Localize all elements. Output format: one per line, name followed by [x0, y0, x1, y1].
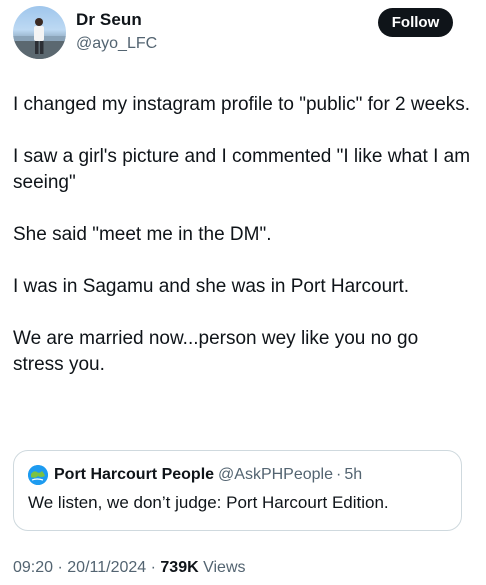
quoted-avatar-icon[interactable]: [28, 465, 48, 485]
author-avatar[interactable]: [13, 6, 66, 59]
quoted-tweet-text: We listen, we don’t judge: Port Harcourt…: [28, 493, 389, 512]
tweet-paragraph: She said "meet me in the DM".: [13, 224, 272, 245]
quoted-tweet-header: Port Harcourt People @AskPHPeople · 5h: [28, 465, 362, 485]
views-count: 739K: [160, 559, 199, 576]
tweet-body: I changed my instagram profile to "publi…: [13, 92, 473, 378]
quoted-author-handle[interactable]: @AskPHPeople: [218, 466, 333, 484]
tweet-meta: 09:20 · 20/11/2024 · 739K Views: [13, 559, 246, 577]
separator-dot: ·: [57, 559, 63, 576]
views-label: Views: [203, 559, 246, 576]
separator-dot: ·: [150, 559, 156, 576]
quoted-tweet-time[interactable]: 5h: [344, 466, 362, 484]
author-name[interactable]: Dr Seun: [76, 10, 142, 30]
person-avatar-icon: [13, 18, 66, 59]
tweet-paragraph: We are married now...person wey like you…: [13, 328, 419, 375]
tweet-paragraph: I was in Sagamu and she was in Port Harc…: [13, 276, 410, 297]
author-handle[interactable]: @ayo_LFC: [76, 35, 157, 53]
separator-dot: ·: [336, 466, 342, 483]
quoted-author-name[interactable]: Port Harcourt People: [54, 466, 214, 484]
tweet-paragraph: I saw a girl's picture and I commented "…: [13, 146, 471, 193]
tweet-paragraph: I changed my instagram profile to "publi…: [13, 94, 471, 115]
tweet: Dr Seun @ayo_LFC Follow I changed my ins…: [0, 0, 486, 585]
tweet-date[interactable]: 20/11/2024: [67, 559, 146, 576]
quoted-tweet-card[interactable]: Port Harcourt People @AskPHPeople · 5h W…: [13, 450, 462, 531]
tweet-time[interactable]: 09:20: [13, 559, 53, 576]
follow-button[interactable]: Follow: [378, 8, 453, 37]
